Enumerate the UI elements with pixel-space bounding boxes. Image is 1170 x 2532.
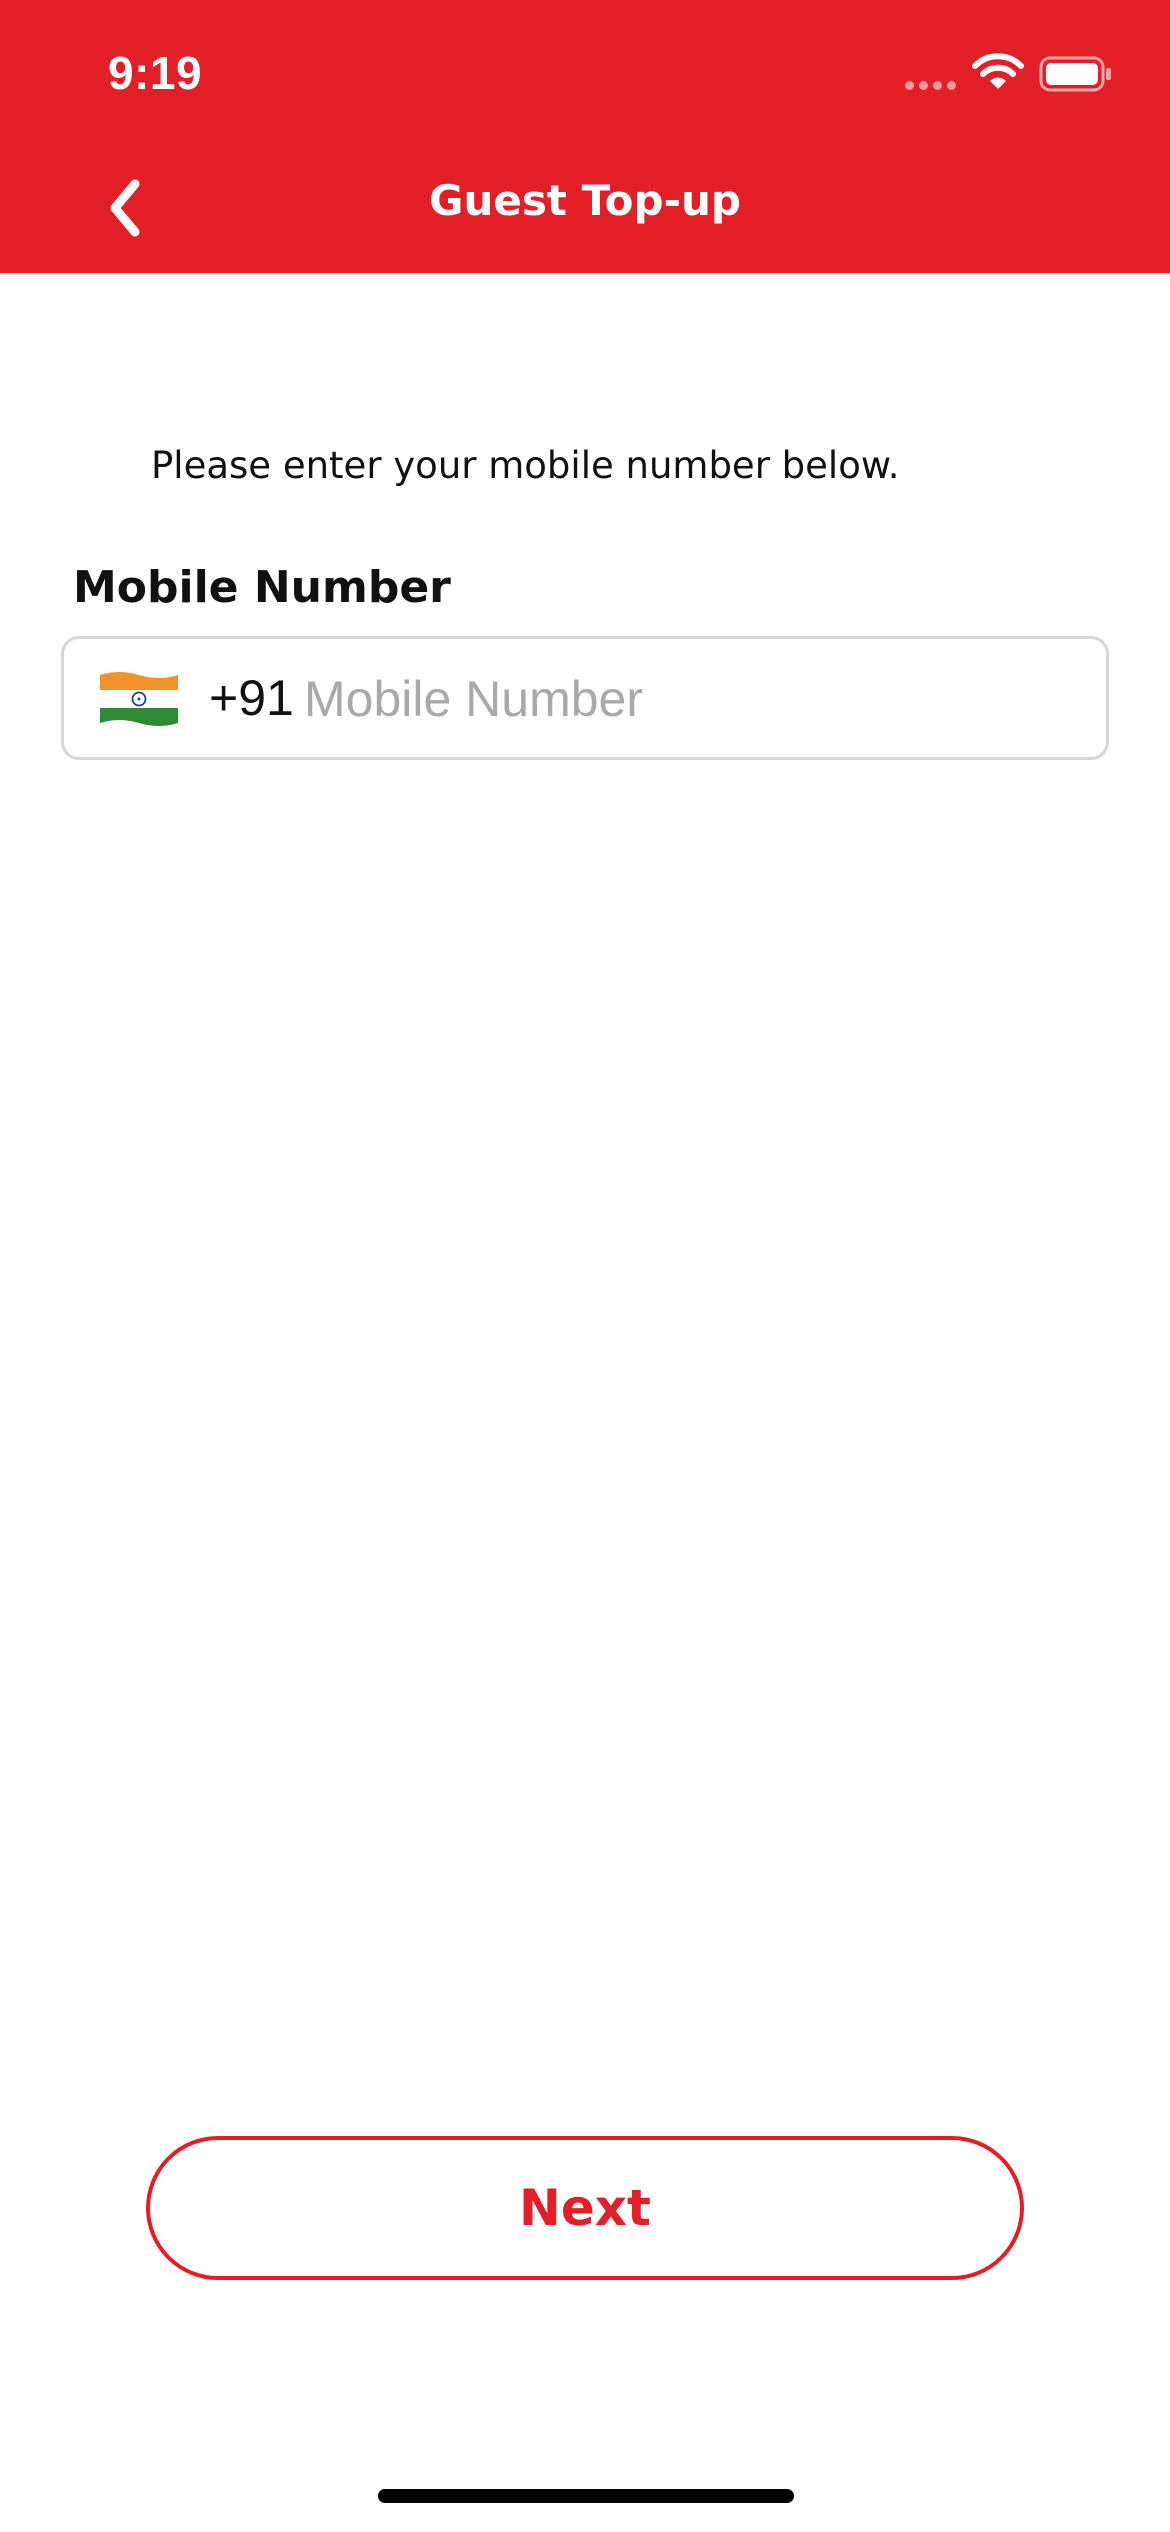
india-flag-icon[interactable] (98, 669, 180, 729)
next-button-label: Next (519, 2179, 651, 2237)
signal-icon (905, 79, 957, 91)
header-bar: 9:19 Guest Top-up (0, 0, 1170, 273)
instruction-text: Please enter your mobile number below. (151, 444, 900, 487)
home-indicator (378, 2489, 794, 2503)
mobile-number-label: Mobile Number (73, 562, 451, 613)
mobile-number-field[interactable]: +91 (61, 636, 1109, 760)
page-title: Guest Top-up (429, 176, 741, 225)
guest-topup-screen: 9:19 Guest Top-up Please enter your mobi… (0, 0, 1170, 2532)
country-dial-code[interactable]: +91 (209, 669, 294, 727)
wifi-icon (972, 53, 1024, 89)
next-button[interactable]: Next (146, 2136, 1024, 2280)
battery-icon (1039, 56, 1111, 92)
status-time: 9:19 (108, 47, 203, 99)
mobile-number-input[interactable] (304, 661, 1084, 737)
